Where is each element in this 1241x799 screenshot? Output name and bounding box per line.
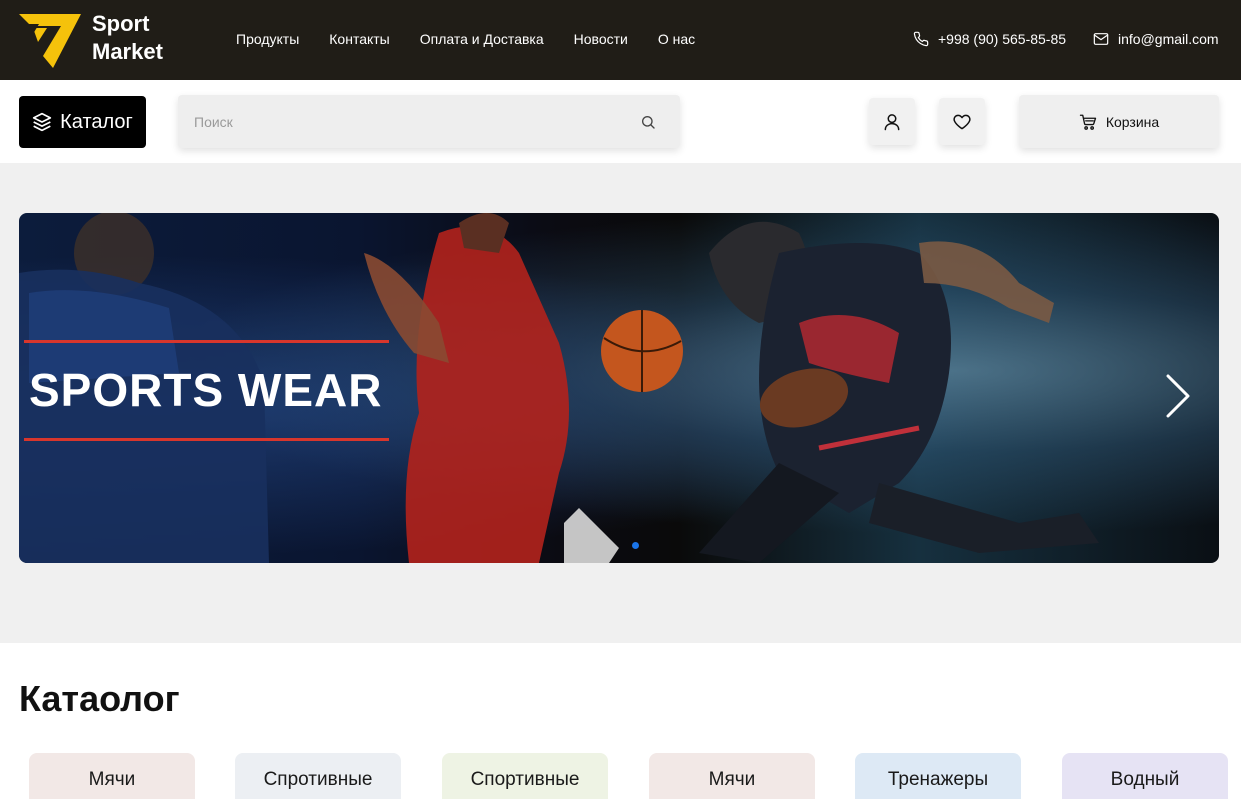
- hero-banner[interactable]: SPORTS WEAR: [19, 213, 1219, 563]
- search-input[interactable]: [178, 95, 680, 148]
- logo-text-market: Market: [92, 39, 163, 64]
- mail-icon: [1093, 33, 1109, 45]
- search-box: [178, 95, 680, 148]
- email-address: info@gmail.com: [1118, 31, 1219, 47]
- catalog-button[interactable]: Каталог: [19, 96, 146, 148]
- banner-bottom-rule: [24, 438, 389, 441]
- catalog-card[interactable]: Спортивные: [442, 753, 608, 799]
- carousel-dot-active[interactable]: [632, 542, 639, 549]
- favorites-button[interactable]: [939, 98, 985, 145]
- main-nav: Продукты Контакты Оплата и Доставка Ново…: [236, 31, 695, 47]
- email-contact[interactable]: info@gmail.com: [1093, 31, 1219, 47]
- catalog-card[interactable]: Мячи: [649, 753, 815, 799]
- cart-label: Корзина: [1105, 113, 1160, 130]
- user-icon: [884, 113, 900, 130]
- catalog-title: Катаолог: [19, 678, 180, 719]
- nav-link-about[interactable]: О нас: [658, 31, 695, 47]
- phone-icon: [913, 31, 929, 47]
- logo-icon[interactable]: [19, 12, 81, 68]
- catalog-card[interactable]: Мячи: [29, 753, 195, 799]
- search-icon[interactable]: [640, 114, 656, 130]
- catalog-card-label: Мячи: [88, 769, 136, 790]
- catalog-card-label: Мячи: [708, 769, 756, 790]
- catalog-card-label: Водный: [1110, 769, 1180, 790]
- layers-icon: [32, 112, 52, 132]
- logo-text-sport: Sport: [92, 11, 150, 36]
- hero-section: SPORTS WEAR: [0, 163, 1241, 643]
- logo-text[interactable]: Sport Market: [92, 10, 163, 66]
- cart-icon: [1079, 114, 1097, 130]
- catalog-card[interactable]: Водный: [1062, 753, 1228, 799]
- nav-link-payment-delivery[interactable]: Оплата и Доставка: [420, 31, 544, 47]
- phone-contact[interactable]: +998 (90) 565-85-85: [913, 31, 1066, 47]
- nav-link-products[interactable]: Продукты: [236, 31, 299, 47]
- phone-number: +998 (90) 565-85-85: [938, 31, 1067, 47]
- chevron-right-icon[interactable]: [1163, 373, 1193, 419]
- top-bar: Sport Market Продукты Контакты Оплата и …: [0, 0, 1241, 80]
- heart-icon: [953, 114, 971, 129]
- nav-link-news[interactable]: Новости: [574, 31, 628, 47]
- cart-button[interactable]: Корзина: [1019, 95, 1219, 148]
- catalog-card[interactable]: Тренажеры: [855, 753, 1021, 799]
- catalog-card-label: Спортивные: [470, 769, 580, 790]
- account-button[interactable]: [869, 98, 915, 145]
- catalog-card-label: Спротивные: [263, 769, 373, 790]
- banner-title: SPORTS WEAR: [29, 364, 383, 416]
- banner-top-rule: [24, 340, 389, 343]
- catalog-card-label: Тренажеры: [887, 769, 989, 790]
- nav-link-contacts[interactable]: Контакты: [329, 31, 389, 47]
- catalog-button-label: Каталог: [60, 110, 133, 133]
- search-toolbar: Каталог Корзина: [0, 80, 1241, 163]
- catalog-card[interactable]: Спротивные: [235, 753, 401, 799]
